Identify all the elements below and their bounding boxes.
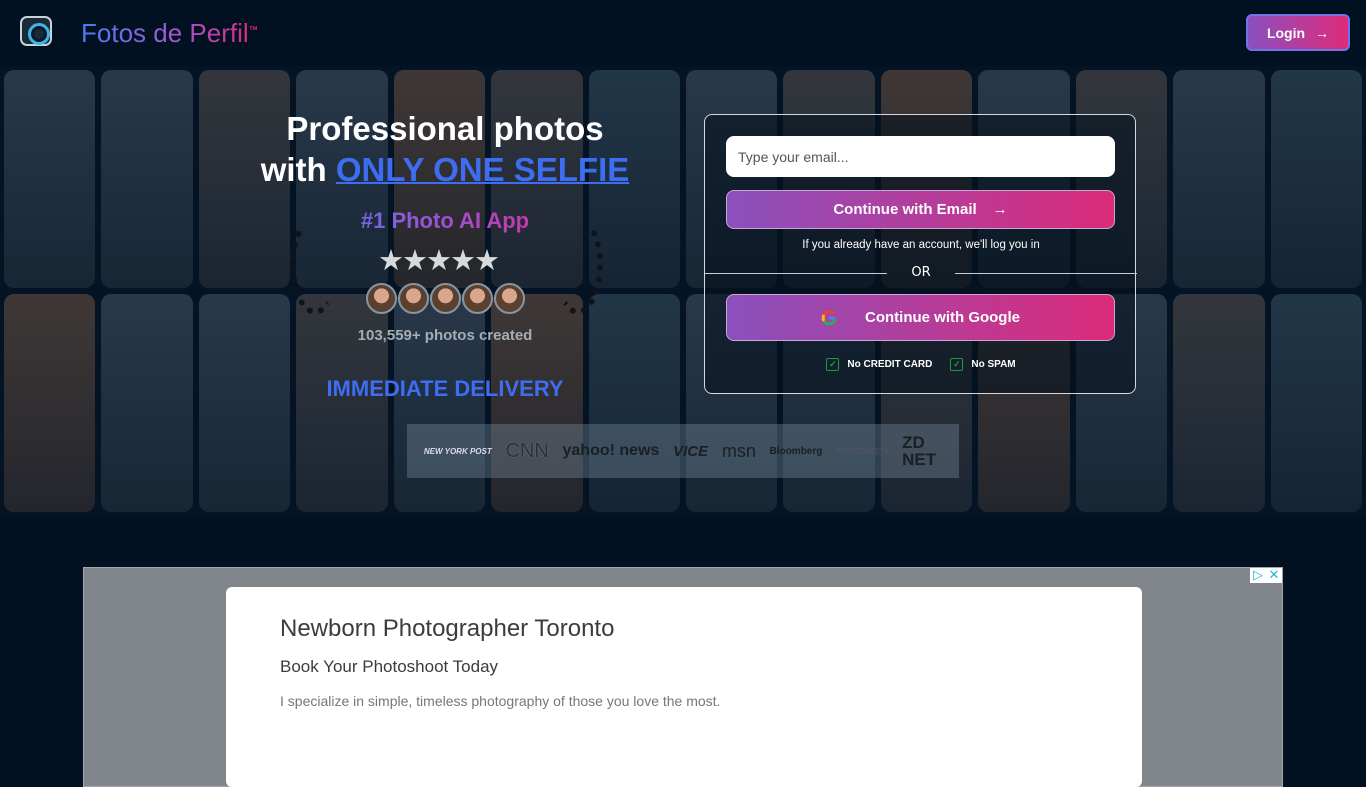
no-credit-card: ✓ No CREDIT CARD xyxy=(826,358,932,371)
google-icon xyxy=(821,309,837,325)
adchoices-icon[interactable]: ▷ xyxy=(1250,568,1266,583)
continue-email-label: Continue with Email xyxy=(833,201,977,218)
or-divider: OR xyxy=(705,265,1137,280)
camera-logo-icon[interactable] xyxy=(20,16,52,46)
press-logo-nypost: NEW YORK POST xyxy=(423,446,492,456)
guarantees: ✓ No CREDIT CARD ✓ No SPAM xyxy=(705,358,1137,371)
check-label: No CREDIT CARD xyxy=(847,359,933,370)
press-logo-bloomberg: Bloomberg xyxy=(769,445,823,457)
check-label: No SPAM xyxy=(971,359,1016,370)
press-logo-fashionista: FASHIONISTA xyxy=(836,446,889,456)
title-line1: Professional photos xyxy=(286,110,604,147)
press-logo-vice: VICE xyxy=(673,442,709,460)
login-note: If you already have an account, we'll lo… xyxy=(802,239,1040,251)
photos-created-count: 103,559+ photos created xyxy=(357,327,533,344)
ad-title[interactable]: Newborn Photographer Toronto xyxy=(280,615,1088,643)
avatar xyxy=(366,283,397,314)
ad-card[interactable]: Newborn Photographer Toronto Book Your P… xyxy=(226,587,1142,787)
ad-subtitle: Book Your Photoshoot Today xyxy=(280,657,499,676)
advertisement[interactable]: ▷ ✕ Newborn Photographer Toronto Book You… xyxy=(83,567,1283,787)
login-label: Login xyxy=(1266,24,1306,41)
star-rating-icon: ★★★★★ xyxy=(378,243,500,277)
no-spam: ✓ No SPAM xyxy=(950,358,1016,371)
user-avatars xyxy=(366,283,525,314)
trademark: ™ xyxy=(248,24,258,35)
press-logo-yahoo: yahoo! news xyxy=(562,442,660,459)
close-ad-icon[interactable]: ✕ xyxy=(1266,568,1282,583)
title-accent: ONLY ONE SELFIE xyxy=(335,151,630,188)
press-logo-cnn: CNN xyxy=(505,439,549,462)
continue-with-email-button[interactable]: Continue with Email → xyxy=(726,190,1115,229)
title-with: with xyxy=(260,151,336,188)
avatar xyxy=(398,283,429,314)
arrow-right-icon: → xyxy=(1315,24,1330,41)
brand-name[interactable]: Fotos de Perfil™ xyxy=(81,18,258,49)
check-icon: ✓ xyxy=(950,358,964,371)
email-input[interactable] xyxy=(726,136,1115,177)
press-logo-zdnet: ZD NET xyxy=(902,433,937,469)
ad-description: I specialize in simple, timeless photogr… xyxy=(280,693,721,709)
avatar xyxy=(430,283,461,314)
tagline: #1 Photo AI App xyxy=(280,208,610,234)
ad-choices[interactable]: ▷ ✕ xyxy=(1250,568,1282,583)
signup-card: Continue with Email → If you already have… xyxy=(704,114,1137,394)
brand-text: Fotos de Perfil xyxy=(81,18,249,48)
arrow-right-icon: → xyxy=(992,201,1008,218)
avatar xyxy=(462,283,493,314)
avatar xyxy=(494,283,525,314)
check-icon: ✓ xyxy=(826,358,840,371)
continue-google-label: Continue with Google xyxy=(865,309,1020,326)
continue-with-google-button[interactable]: Continue with Google xyxy=(726,294,1115,341)
hero-title: Professional photos with ONLY ONE SELFIE xyxy=(230,108,660,190)
press-logos: NEW YORK POST CNN yahoo! news VICE msn B… xyxy=(407,424,959,478)
header: Fotos de Perfil™ Login → xyxy=(0,0,1366,66)
login-button[interactable]: Login → xyxy=(1246,14,1350,51)
immediate-delivery: IMMEDIATE DELIVERY xyxy=(326,376,564,401)
press-logo-msn: msn xyxy=(721,440,756,461)
